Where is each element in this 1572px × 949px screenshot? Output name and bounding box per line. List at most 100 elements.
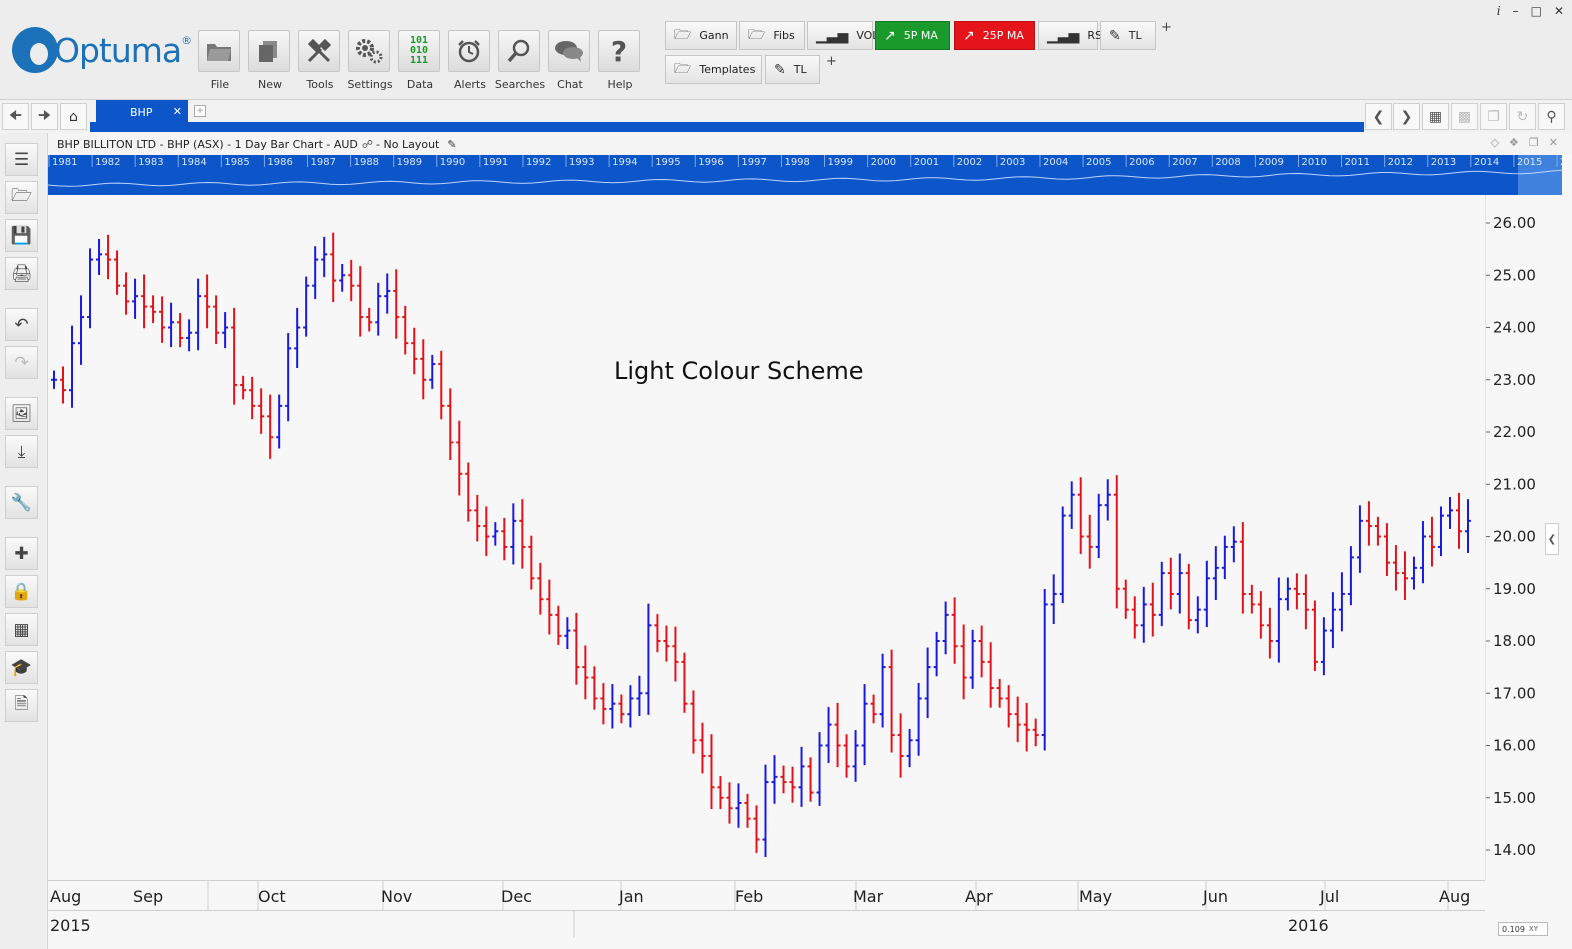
open-chart-button[interactable]: 🗁 [5,181,38,214]
forward-button[interactable]: 🠊 [31,103,58,130]
add-quick-button-2[interactable]: + [826,54,837,69]
gridlines-button[interactable]: ▦ [5,613,38,646]
price-label: 22.00 [1493,423,1536,441]
line-icon: ↗ [963,27,975,44]
notes-button[interactable]: 🗎 [5,689,38,722]
home-button[interactable]: ⌂ [60,103,87,130]
tab-bhp[interactable]: BHP ✕ [96,100,188,124]
tools-button[interactable]: Tools [298,30,342,91]
price-bar [474,494,481,542]
month-label: Nov [381,887,412,906]
navigator-year: 1983 [138,157,163,168]
new-tab-button[interactable]: + [194,105,206,117]
lock-button[interactable]: 🔒 [5,575,38,608]
tab-close-icon[interactable]: ✕ [173,105,182,118]
new-button[interactable]: New [248,30,292,91]
price-label: 25.00 [1493,266,1536,284]
xy-readout-value: 0.109 [1502,924,1525,934]
save-button[interactable]: 💾 [5,219,38,252]
tab-bhp-label: BHP [130,105,153,119]
price-bar [1311,600,1318,672]
price-bar [96,238,103,275]
price-axis[interactable]: 26.00 25.00 24.00 23.00 22.00 21.00 20.00 19.00… [1485,195,1545,880]
back-button[interactable]: 🠈 [2,103,29,130]
pin-icon[interactable]: ❖ [1509,136,1519,149]
price-bar [483,506,490,557]
minimize-icon[interactable]: – [1513,4,1519,18]
month-label: Feb [735,887,763,906]
tl-button[interactable]: ✎ TL [1100,21,1156,50]
crosshair-button[interactable]: ✚ [5,537,38,570]
restore-icon[interactable]: ❐ [1529,136,1539,149]
month-axis[interactable]: Aug Sep Oct Nov Dec Jan Feb Mar Apr May Jun Jul Aug [48,880,1485,910]
maximize-icon[interactable]: □ [1531,4,1542,18]
price-bar [375,282,382,336]
vol-button[interactable]: ▁▃▅ VOL [807,21,878,50]
price-bar [861,684,868,766]
price-bar [1149,582,1156,637]
diamond-icon[interactable]: ◇ [1491,136,1499,149]
price-label: 17.00 [1493,684,1536,702]
price-bar [258,388,265,434]
optuma-logo: Optuma ® [12,26,192,74]
templates-button[interactable]: 🗁 Templates [665,55,762,84]
export-all-button[interactable]: ⤓ [5,435,38,468]
25p-ma-button[interactable]: ↗ 25P MA [954,21,1035,50]
undo-button[interactable]: ↶ [5,308,38,341]
side-panel-toggle[interactable]: ❮ [1545,523,1559,555]
5p-ma-button[interactable]: ↗ 5P MA [875,21,950,50]
settings-button[interactable]: Settings [347,30,393,91]
data-button[interactable]: 101 010 111 Data [398,30,442,91]
price-bar [1284,577,1291,611]
price-bar [1023,702,1030,752]
xy-readout[interactable]: 0.109 XY [1498,922,1548,936]
chat-button[interactable]: Chat [548,30,592,91]
price-bar [897,713,904,778]
rsi-button[interactable]: ▁▃▅ RSI [1038,21,1105,50]
gann-button[interactable]: 🗁 Gann [665,21,737,50]
properties-button[interactable]: 🔧 [5,486,38,519]
zoom-search-button[interactable]: ⚲ [1538,103,1565,130]
edit-pencil-icon[interactable]: ✎ [447,138,456,151]
timeline-navigator[interactable]: 1981 1982 1983 1984 1985 1986 1987 1988 1989 1990… [48,155,1562,195]
price-bar [753,805,760,853]
alerts-button[interactable]: Alerts [448,30,492,91]
training-button[interactable]: 🎓 [5,651,38,684]
next-chart-button[interactable]: ❯ [1393,103,1420,130]
fibs-button[interactable]: 🗁 Fibs [739,21,805,50]
price-bar [510,503,517,565]
price-bar [1266,607,1273,659]
searches-button[interactable]: Searches [495,30,545,91]
grid-button[interactable]: ▩ [1451,103,1478,130]
price-bar [573,613,580,685]
refresh-icon: ↻ [1516,108,1529,125]
price-plot[interactable] [48,195,1485,880]
prev-chart-button[interactable]: ❮ [1365,103,1392,130]
price-bar [1185,563,1192,630]
redo-button[interactable]: ↷ [5,346,38,379]
price-bar [1410,556,1417,590]
cascade-icon: ❐ [1487,108,1500,125]
navigator-year: 2006 [1129,157,1154,168]
grid-icon: ▩ [1457,108,1472,125]
info-icon[interactable]: i [1497,4,1501,18]
link-icon[interactable]: ☍ [362,138,373,151]
chart-close-icon[interactable]: ✕ [1549,136,1558,149]
navigator-year: 1992 [526,157,551,168]
close-icon[interactable]: ✕ [1554,4,1564,18]
layout-button[interactable]: ▦ [1422,103,1449,130]
file-button[interactable]: File [198,30,242,91]
price-bar [582,645,589,700]
chart-list-button[interactable]: ☰ [5,143,38,176]
refresh-button[interactable]: ↻ [1509,103,1536,130]
price-bar [249,376,256,420]
price-bar [1194,596,1201,634]
cascade-button[interactable]: ❐ [1480,103,1507,130]
help-button[interactable]: ? Help [598,30,642,91]
tl-button-2[interactable]: ✎ TL [765,55,820,84]
chevron-left-icon: ❮ [1372,108,1385,125]
export-image-button[interactable]: 🖼 [5,397,38,430]
annotation-text[interactable]: Light Colour Scheme [614,357,864,385]
add-quick-button[interactable]: + [1161,20,1172,35]
print-button[interactable]: 🖨 [5,257,38,290]
